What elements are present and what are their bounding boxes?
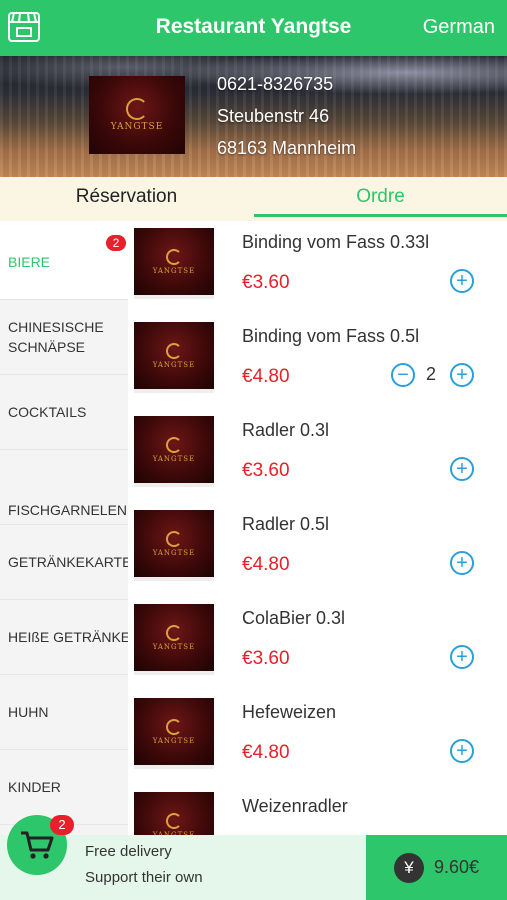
- app-header: Restaurant Yangtse German: [0, 0, 507, 56]
- currency-icon: ¥: [393, 852, 424, 883]
- category-label: GETRÄNKEKARTE: [8, 554, 128, 570]
- category-item-getraenkekarte[interactable]: GETRÄNKEKARTE: [0, 525, 128, 600]
- shopping-cart-icon: [21, 831, 54, 859]
- add-item-button[interactable]: +: [450, 739, 474, 763]
- category-sidebar: BIERE 2 CHINESISCHE SCHNÄPSE COCKTAILS F…: [0, 225, 128, 835]
- category-item-cocktails[interactable]: COCKTAILS: [0, 375, 128, 450]
- category-count-badge: 2: [106, 235, 126, 251]
- product-list: YANGTSE Binding vom Fass 0.33l €3.60 + Y…: [128, 225, 507, 835]
- logo-mark-icon: [166, 436, 182, 453]
- product-name: Hefeweizen: [242, 702, 337, 722]
- delivery-line-1: Free delivery: [85, 843, 172, 860]
- product-name: Radler 0.5l: [242, 514, 330, 534]
- restaurant-logo: YANGTSE: [89, 76, 185, 154]
- product-price: €4.80: [242, 554, 290, 575]
- logo-text: YANGTSE: [152, 548, 196, 557]
- product-name: Radler 0.3l: [242, 420, 330, 440]
- tab-order[interactable]: Ordre: [254, 177, 507, 221]
- product-row: YANGTSE Binding vom Fass 0.33l €3.60 +: [128, 225, 507, 319]
- logo-mark-icon: [126, 98, 148, 120]
- product-price: €4.80: [242, 366, 290, 387]
- logo-text: YANGTSE: [110, 122, 164, 132]
- logo-mark-icon: [166, 718, 182, 735]
- product-name: Binding vom Fass 0.33l: [242, 232, 430, 252]
- cart-bar: 2 Free delivery Support their own ¥ 9.60…: [0, 815, 507, 900]
- category-label: BIERE: [8, 254, 51, 270]
- logo-text: YANGTSE: [152, 266, 196, 275]
- add-item-button[interactable]: +: [450, 457, 474, 481]
- product-price: €3.60: [242, 460, 290, 481]
- product-image[interactable]: YANGTSE: [134, 228, 214, 295]
- product-image[interactable]: YANGTSE: [134, 698, 214, 765]
- product-image[interactable]: YANGTSE: [134, 322, 214, 389]
- product-image[interactable]: YANGTSE: [134, 416, 214, 483]
- restaurant-info: 0621-8326735 Steubenstr 46 68163 Mannhei…: [217, 68, 356, 164]
- category-item-kinder[interactable]: KINDER: [0, 750, 128, 825]
- product-row: YANGTSE Binding vom Fass 0.5l €4.80 − 2 …: [128, 319, 507, 413]
- product-image[interactable]: YANGTSE: [134, 792, 214, 835]
- product-row: YANGTSE Weizenradler: [128, 789, 507, 835]
- product-row: YANGTSE ColaBier 0.3l €3.60 +: [128, 601, 507, 695]
- product-row: YANGTSE Radler 0.3l €3.60 +: [128, 413, 507, 507]
- product-name: Weizenradler: [242, 796, 348, 816]
- add-item-button[interactable]: +: [450, 551, 474, 575]
- product-name: Binding vom Fass 0.5l: [242, 326, 420, 346]
- tab-reservation[interactable]: Réservation: [0, 177, 253, 221]
- checkout-button[interactable]: ¥ 9.60€: [366, 835, 507, 900]
- product-row: YANGTSE Radler 0.5l €4.80 +: [128, 507, 507, 601]
- product-price: €3.60: [242, 648, 290, 669]
- category-label: CHINESISCHE SCHNÄPSE: [8, 319, 104, 355]
- logo-mark-icon: [166, 624, 182, 641]
- product-name: ColaBier 0.3l: [242, 608, 346, 628]
- category-label: KINDER: [8, 779, 61, 795]
- product-image[interactable]: YANGTSE: [134, 510, 214, 577]
- logo-text: YANGTSE: [152, 360, 196, 369]
- delivery-line-2: Support their own: [85, 869, 203, 886]
- logo-text: YANGTSE: [152, 736, 196, 745]
- cart-total: 9.60€: [433, 857, 480, 877]
- remove-item-button[interactable]: −: [391, 363, 415, 387]
- add-item-button[interactable]: +: [450, 363, 474, 387]
- category-item-biere[interactable]: BIERE 2: [0, 225, 128, 300]
- restaurant-street: Steubenstr 46: [217, 106, 330, 126]
- category-item-fischgarnelen[interactable]: FISCHGARNELEN: [0, 450, 128, 525]
- category-label: FISCHGARNELEN: [8, 502, 128, 518]
- language-selector[interactable]: German: [423, 16, 495, 39]
- active-tab-indicator: [254, 214, 507, 217]
- category-item-chinesische-schnaepse[interactable]: CHINESISCHE SCHNÄPSE: [0, 300, 128, 375]
- category-label: HEIßE GETRÄNKE: [8, 629, 128, 645]
- logo-mark-icon: [166, 812, 182, 829]
- logo-mark-icon: [166, 248, 182, 265]
- product-price: €3.60: [242, 272, 290, 293]
- category-label: COCKTAILS: [8, 404, 87, 420]
- logo-mark-icon: [166, 342, 182, 359]
- logo-text: YANGTSE: [152, 642, 196, 651]
- product-price: €4.80: [242, 742, 290, 763]
- tab-order-label: Ordre: [356, 186, 405, 207]
- category-label: HUHN: [8, 704, 49, 720]
- product-row: YANGTSE Hefeweizen €4.80 +: [128, 695, 507, 789]
- product-image[interactable]: YANGTSE: [134, 604, 214, 671]
- add-item-button[interactable]: +: [450, 269, 474, 293]
- restaurant-city: 68163 Mannheim: [217, 138, 357, 158]
- restaurant-banner: YANGTSE 0621-8326735 Steubenstr 46 68163…: [0, 56, 507, 177]
- add-item-button[interactable]: +: [450, 645, 474, 669]
- delivery-info: Free delivery Support their own: [85, 839, 203, 891]
- category-item-heisse-getraenke[interactable]: HEIßE GETRÄNKE: [0, 600, 128, 675]
- item-quantity: 2: [425, 364, 436, 384]
- restaurant-phone[interactable]: 0621-8326735: [217, 68, 356, 100]
- category-item-huhn[interactable]: HUHN: [0, 675, 128, 750]
- logo-mark-icon: [166, 530, 182, 547]
- logo-text: YANGTSE: [152, 454, 196, 463]
- tab-bar: Réservation Ordre: [0, 177, 507, 221]
- cart-count-badge: 2: [50, 815, 74, 835]
